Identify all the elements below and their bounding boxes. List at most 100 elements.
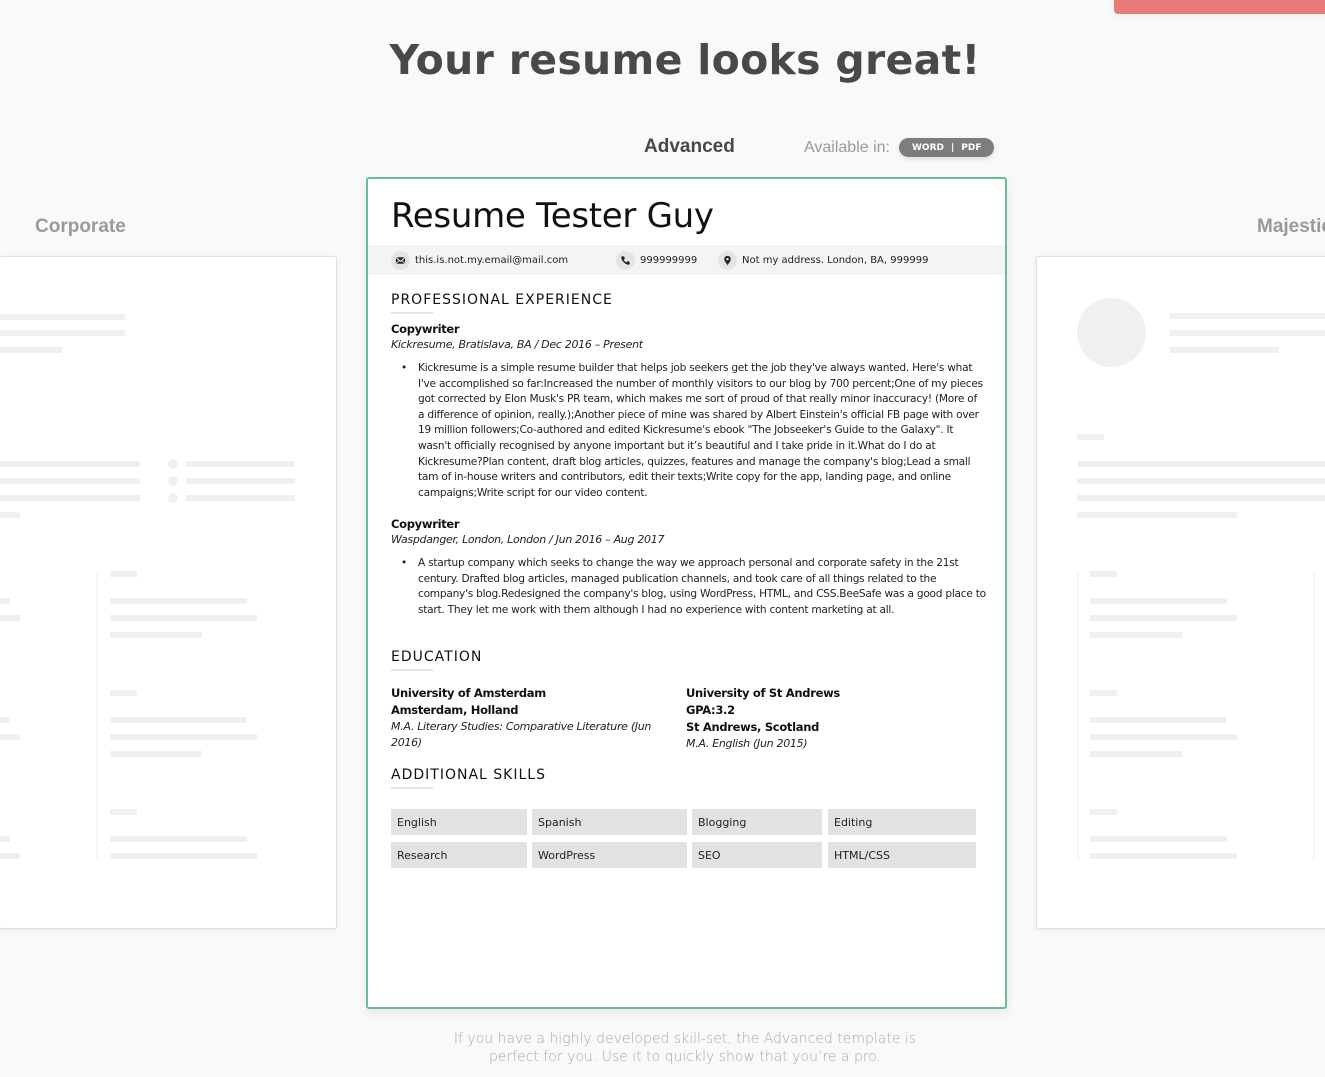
placeholder-line <box>0 836 10 842</box>
placeholder-line <box>1077 461 1325 467</box>
section-heading-education: EDUCATION <box>391 649 483 665</box>
skill-chip: HTML/CSS <box>828 842 976 868</box>
template-name-active: Advanced <box>644 136 735 157</box>
section-heading-skills: ADDITIONAL SKILLS <box>391 767 546 783</box>
placeholder-line <box>1170 330 1325 336</box>
placeholder-line <box>0 512 20 518</box>
skill-chip: SEO <box>692 842 822 868</box>
placeholder-line <box>110 690 137 696</box>
skill-chip: Blogging <box>692 809 822 835</box>
format-separator: | <box>950 142 955 153</box>
resume-name: Resume Tester Guy <box>391 196 714 236</box>
placeholder-line <box>0 330 125 336</box>
placeholder-line <box>110 571 137 577</box>
template-name-majestic[interactable]: Majestic <box>1257 216 1325 238</box>
placeholder-line <box>0 461 140 467</box>
placeholder-line <box>1090 571 1117 577</box>
placeholder-line <box>110 809 137 815</box>
placeholder-line <box>0 478 140 484</box>
placeholder-line <box>1077 512 1237 518</box>
placeholder-line <box>1090 598 1227 604</box>
placeholder-divider <box>96 571 98 859</box>
section-divider <box>391 669 433 671</box>
placeholder-line <box>1090 615 1237 621</box>
map-pin-icon <box>718 251 737 270</box>
section-divider <box>391 312 433 314</box>
format-word: WORD <box>911 142 944 153</box>
education-school: University of St Andrews <box>686 686 840 700</box>
placeholder-dot <box>168 459 178 469</box>
education-school: University of Amsterdam <box>391 686 546 700</box>
job-bullets: A startup company which seeks to change … <box>391 556 986 618</box>
section-divider <box>391 787 433 789</box>
placeholder-line <box>0 717 10 723</box>
placeholder-line <box>0 853 20 859</box>
job-bullet: Kickresume is a simple resume builder th… <box>391 361 986 501</box>
job-bullets: Kickresume is a simple resume builder th… <box>391 361 986 501</box>
placeholder-line <box>110 751 202 757</box>
placeholder-line <box>0 347 62 353</box>
placeholder-line <box>1090 690 1117 696</box>
job-subtitle: Waspdanger, London, London / Jun 2016 – … <box>391 533 665 546</box>
availability-info: Available in: WORD | PDF <box>804 138 995 157</box>
placeholder-divider <box>1077 571 1079 859</box>
placeholder-dot <box>168 476 178 486</box>
contact-bar: this.is.not.my.email@mail.com 999999999 … <box>368 245 1005 275</box>
placeholder-line <box>1090 751 1182 757</box>
placeholder-divider <box>1313 571 1315 859</box>
template-description: If you have a highly developed skill-set… <box>0 1030 1325 1066</box>
placeholder-line <box>186 461 295 467</box>
contact-address-text: Not my address. London, BA, 999999 <box>742 255 929 266</box>
skill-chip: WordPress <box>532 842 687 868</box>
envelope-icon <box>391 251 410 270</box>
top-cta-button[interactable] <box>1114 0 1325 14</box>
placeholder-line <box>1090 717 1227 723</box>
placeholder-line <box>1077 495 1325 501</box>
placeholder-line <box>186 478 295 484</box>
education-degree: M.A. Literary Studies: Comparative Liter… <box>391 720 652 749</box>
education-degree: M.A. English (Jun 2015) <box>686 737 808 750</box>
education-entry: University of St Andrews GPA:3.2 St Andr… <box>686 685 966 752</box>
placeholder-line <box>110 853 257 859</box>
placeholder-line <box>110 632 202 638</box>
skill-chip: Research <box>391 842 527 868</box>
template-preview-corporate[interactable] <box>0 256 337 929</box>
placeholder-line <box>0 598 10 604</box>
skill-chip: Editing <box>828 809 976 835</box>
placeholder-line <box>186 495 295 501</box>
education-location: Amsterdam, Holland <box>391 703 519 717</box>
template-description-line: perfect for you. Use it to quickly show … <box>488 1049 882 1065</box>
contact-address: Not my address. London, BA, 999999 <box>718 251 928 270</box>
placeholder-line <box>0 615 20 621</box>
section-heading-experience: PROFESSIONAL EXPERIENCE <box>391 292 613 308</box>
placeholder-line <box>110 598 247 604</box>
template-name-corporate[interactable]: Corporate <box>35 216 126 238</box>
placeholder-line <box>1077 434 1104 440</box>
placeholder-line <box>1090 632 1182 638</box>
placeholder-line <box>110 734 257 740</box>
education-location: St Andrews, Scotland <box>686 720 820 734</box>
placeholder-line <box>110 717 247 723</box>
skill-chip: English <box>391 809 527 835</box>
placeholder-line <box>1090 734 1237 740</box>
phone-icon <box>616 251 635 270</box>
placeholder-line <box>0 734 20 740</box>
job-title: Copywriter <box>391 517 460 531</box>
placeholder-line <box>1090 809 1117 815</box>
contact-email-text: this.is.not.my.email@mail.com <box>415 255 569 266</box>
contact-phone: 999999999 <box>616 251 697 270</box>
placeholder-line <box>1090 853 1237 859</box>
placeholder-line <box>0 495 140 501</box>
contact-phone-text: 999999999 <box>640 255 698 266</box>
job-subtitle: Kickresume, Bratislava, BA / Dec 2016 – … <box>391 338 643 351</box>
education-entry: University of Amsterdam Amsterdam, Holla… <box>391 685 671 751</box>
placeholder-line <box>110 836 247 842</box>
template-preview-advanced[interactable]: Resume Tester Guy this.is.not.my.email@m… <box>366 177 1007 1009</box>
template-preview-majestic[interactable] <box>1036 256 1325 929</box>
placeholder-dot <box>168 493 178 503</box>
job-title: Copywriter <box>391 322 460 336</box>
format-pdf: PDF <box>961 142 982 153</box>
placeholder-line <box>110 615 257 621</box>
education-gpa: GPA:3.2 <box>686 703 735 717</box>
placeholder-line <box>1090 836 1227 842</box>
